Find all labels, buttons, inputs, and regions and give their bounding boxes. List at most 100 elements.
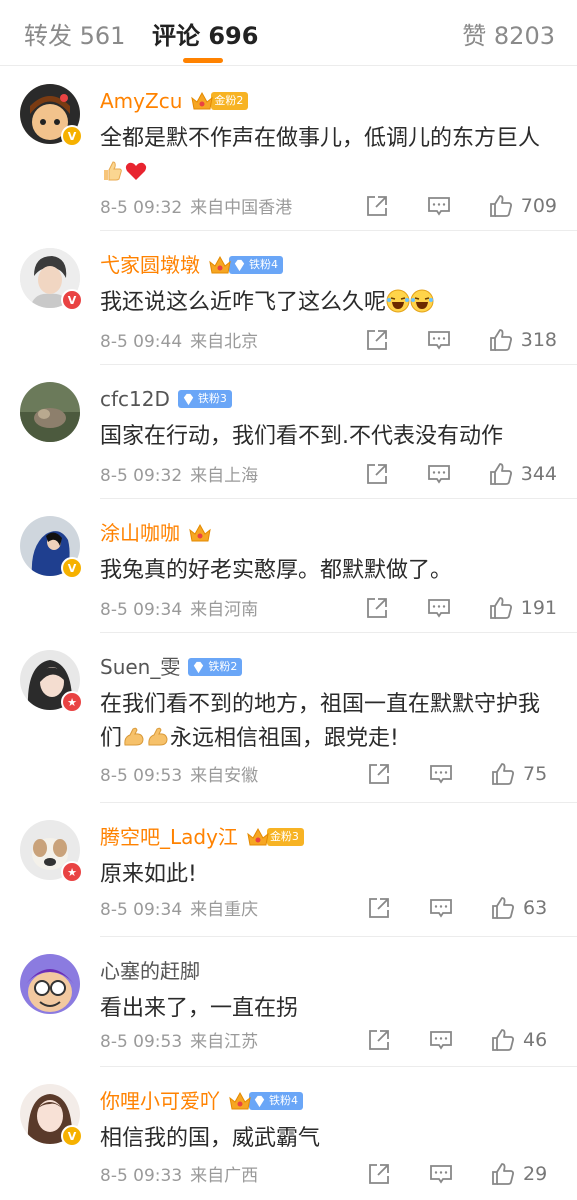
fan-level-label: 铁粉4	[229, 256, 283, 274]
like-icon[interactable]	[489, 194, 513, 218]
like-icon[interactable]	[489, 462, 513, 486]
username[interactable]: 腾空吧_Lady江	[100, 823, 238, 851]
verified-badge-icon: ★	[61, 861, 83, 883]
comment-actions: 63	[367, 893, 557, 923]
avatar[interactable]: V	[20, 1084, 83, 1147]
comment-item: ★ 腾空吧_Lady江 金粉3 原来如此! 8-5 09:34 来自重庆 63	[0, 803, 577, 937]
avatar[interactable]: V	[20, 516, 83, 579]
fan-badge: 金粉3	[246, 827, 304, 847]
tab-comment[interactable]: 评论 696	[152, 16, 258, 51]
comment-actions: 318	[365, 325, 557, 355]
share-icon[interactable]	[365, 462, 389, 486]
verified-badge-icon: V	[61, 557, 83, 579]
comment-tabs: 转发 561 评论 696 赞 8203	[0, 0, 577, 66]
comment-text: 在我们看不到的地方，祖国一直在默默守护我们 永远相信祖国，跟党走!	[100, 688, 550, 756]
comment-body: 国家在行动，我们看不到.不代表没有动作	[100, 424, 503, 449]
username[interactable]: AmyZcu	[100, 87, 182, 115]
verified-badge-icon: V	[61, 289, 83, 311]
fan-badge: 铁粉4	[228, 1091, 303, 1111]
comment-item: V 弋家圆墩墩 铁粉4 我还说这么近咋飞了这么久呢 8-5 09:44 来自北京 …	[0, 231, 577, 365]
reply-icon[interactable]	[427, 328, 451, 352]
comment-actions: 191	[365, 593, 557, 623]
username[interactable]: cfc12D	[100, 385, 170, 413]
comment-body: 相信我的国，威武霸气	[100, 1126, 321, 1151]
active-tab-indicator	[183, 58, 223, 63]
location: 来自广西	[190, 1166, 259, 1186]
comment-body-continued: 永远相信祖国，跟党走!	[170, 726, 399, 751]
crown-icon	[189, 523, 211, 542]
timestamp: 8-5 09:53	[100, 1032, 183, 1052]
fan-badge	[188, 523, 212, 543]
timestamp: 8-5 09:34	[100, 600, 183, 620]
crown-icon	[247, 827, 269, 846]
share-icon[interactable]	[365, 194, 389, 218]
avatar[interactable]	[20, 954, 80, 1014]
like-count: 318	[520, 329, 557, 351]
like-icon[interactable]	[491, 896, 515, 920]
verified-badge-icon: V	[61, 125, 83, 147]
reply-icon[interactable]	[429, 1028, 453, 1052]
share-icon[interactable]	[365, 328, 389, 352]
reply-icon[interactable]	[427, 462, 451, 486]
avatar[interactable]: ★	[20, 650, 83, 713]
flexed-biceps-icon	[148, 727, 168, 746]
timestamp: 8-5 09:33	[100, 1166, 183, 1186]
share-icon[interactable]	[367, 896, 391, 920]
location: 来自北京	[190, 332, 259, 352]
fan-badge: 铁粉3	[177, 389, 232, 409]
like-icon[interactable]	[489, 596, 513, 620]
username[interactable]: 弋家圆墩墩	[100, 251, 200, 279]
diamond-icon	[254, 1095, 265, 1107]
comment-meta: 8-5 09:32 来自上海	[100, 461, 258, 486]
share-icon[interactable]	[365, 596, 389, 620]
tab-repost[interactable]: 转发 561	[24, 16, 125, 51]
username[interactable]: Suen_雯	[100, 653, 180, 681]
comment-item: 心塞的赶脚 看出来了，一直在拐 8-5 09:53 来自江苏 46	[0, 937, 577, 1067]
reply-icon[interactable]	[427, 194, 451, 218]
fan-level-label: 金粉2	[211, 92, 249, 110]
comment-actions: 344	[365, 459, 557, 489]
location: 来自上海	[190, 466, 259, 486]
like-icon[interactable]	[491, 1162, 515, 1186]
username[interactable]: 涂山咖咖	[100, 519, 180, 547]
comment-body: 看出来了，一直在拐	[100, 996, 299, 1021]
crown-icon	[191, 91, 214, 110]
comment-body: 原来如此!	[100, 862, 197, 887]
share-icon[interactable]	[367, 1028, 391, 1052]
fan-level-label: 金粉3	[266, 828, 304, 846]
share-icon[interactable]	[367, 1162, 391, 1186]
avatar[interactable]: V	[20, 84, 83, 147]
location: 来自江苏	[190, 1032, 259, 1052]
reply-icon[interactable]	[429, 1162, 453, 1186]
diamond-icon	[234, 259, 245, 271]
comment-meta: 8-5 09:44 来自北京	[100, 327, 258, 352]
comment-body: 全都是默不作声在做事儿，低调儿的东方巨人	[100, 126, 541, 151]
avatar-image	[20, 954, 80, 1014]
like-count: 46	[523, 1029, 548, 1051]
red-heart-icon	[125, 162, 147, 180]
like-icon[interactable]	[491, 1028, 515, 1052]
like-count: 344	[520, 463, 557, 485]
fan-badge: 金粉2	[190, 91, 249, 111]
like-icon[interactable]	[489, 328, 513, 352]
comment-meta: 8-5 09:32 来自中国香港	[100, 193, 292, 218]
comment-meta: 8-5 09:53 来自安徽	[100, 761, 258, 786]
avatar[interactable]: ★	[20, 820, 83, 883]
avatar[interactable]	[20, 382, 80, 442]
reply-icon[interactable]	[427, 596, 451, 620]
avatar[interactable]: V	[20, 248, 83, 311]
username[interactable]: 心塞的赶脚	[100, 957, 200, 985]
timestamp: 8-5 09:32	[100, 198, 183, 218]
thumbs-up-icon	[104, 161, 122, 181]
comment-text: 全都是默不作声在做事儿，低调儿的东方巨人	[100, 122, 550, 190]
username[interactable]: 你哩小可爱吖	[100, 1087, 220, 1115]
reply-icon[interactable]	[429, 762, 453, 786]
like-count: 191	[520, 597, 557, 619]
tab-like[interactable]: 赞 8203	[462, 16, 555, 51]
share-icon[interactable]	[367, 762, 391, 786]
reply-icon[interactable]	[429, 896, 453, 920]
like-count: 29	[523, 1163, 548, 1185]
laughing-emoji-icon	[410, 289, 434, 313]
like-icon[interactable]	[491, 762, 515, 786]
comment-text: 我兔真的好老实憨厚。都默默做了。	[100, 554, 550, 588]
